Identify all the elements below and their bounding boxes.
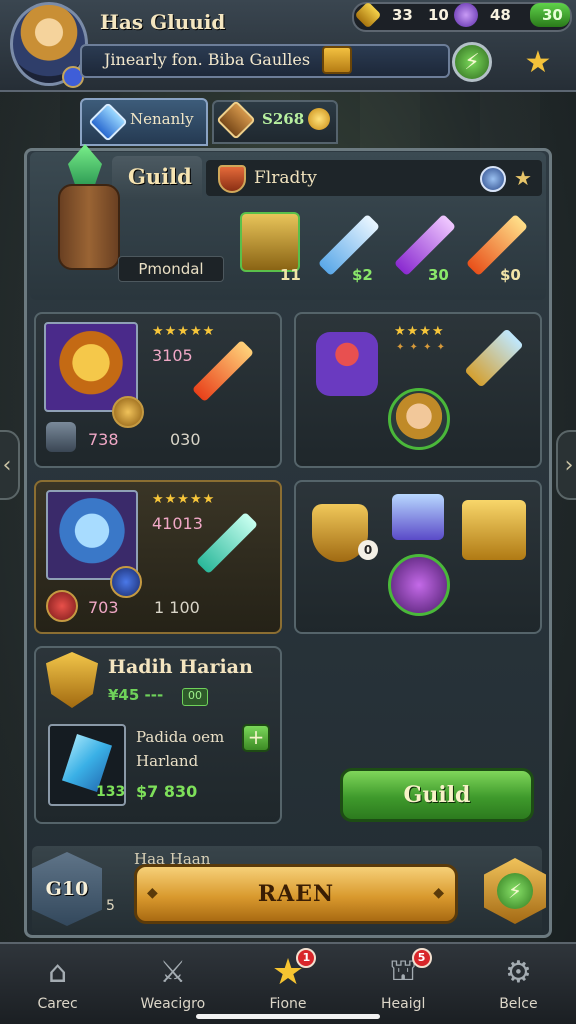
- resource-orb-value: 10: [428, 6, 449, 24]
- resource-energy-value: 48: [490, 6, 511, 24]
- settings-gear-icon: ⚙: [504, 954, 532, 990]
- item-4-badge: 0: [358, 540, 378, 560]
- potion-cauldron-icon[interactable]: [388, 554, 450, 616]
- hero-3-power: 41013: [152, 514, 203, 533]
- guild-level-small: 5: [106, 898, 115, 914]
- gold-bars-icon: [462, 500, 526, 560]
- nav-label-home: Carec: [37, 996, 78, 1012]
- reward-item-type: Harland: [136, 752, 199, 770]
- lightning-icon: ⚡: [497, 873, 533, 909]
- reward-item-qty: 133: [96, 784, 126, 800]
- add-reward-button[interactable]: +: [242, 724, 270, 752]
- resource-green-value: 30: [542, 6, 563, 24]
- nav-label-settings: Belce: [499, 996, 538, 1012]
- character-portrait-icon[interactable]: [388, 388, 450, 450]
- weapon-icon: ⚔: [159, 954, 187, 990]
- home-indicator[interactable]: [196, 1014, 380, 1019]
- hero-3-left-num: 703: [88, 598, 119, 617]
- next-page-arrow[interactable]: ›: [556, 430, 576, 500]
- boost-button[interactable]: ⚡: [452, 42, 492, 82]
- slot-2-value: $2: [352, 266, 373, 284]
- nav-label-headquarters: Heaigl: [381, 996, 426, 1012]
- spellbook-icon: [392, 494, 444, 540]
- hero-3-stars: ★★★★★: [152, 492, 216, 507]
- sapphire-ring-icon: [110, 566, 142, 598]
- bottom-nav: ⌂ Carec ⚔ Weacigro ★ 1 Fione ⛫ 5 Heaigl …: [0, 942, 576, 1024]
- nav-item-headquarters[interactable]: ⛫ 5 Heaigl: [346, 944, 461, 1024]
- hero-1-left-num: 738: [88, 430, 119, 449]
- currency-tab-gems-label: Nenanly: [130, 110, 194, 128]
- slot-4-value: $0: [500, 266, 521, 284]
- nav-label-favorites: Fione: [269, 996, 307, 1012]
- tab-friends-label: Flradty: [254, 168, 317, 188]
- nav-item-favorites[interactable]: ★ 1 Fione: [230, 944, 345, 1024]
- nav-badge-headquarters: 5: [411, 948, 432, 968]
- hero-1-stars: ★★★★★: [152, 324, 216, 339]
- favorites-star-icon[interactable]: ★: [518, 42, 558, 82]
- item-2-sub-stars: ✦ ✦ ✦ ✦: [396, 342, 447, 353]
- nav-label-weapons: Weacigro: [140, 996, 206, 1012]
- slot-1-value: 11: [280, 266, 301, 284]
- home-icon: ⌂: [48, 954, 68, 990]
- star-icon[interactable]: ★: [514, 166, 532, 190]
- tab-guild-label: Guild: [128, 164, 192, 189]
- gold-tablet-icon[interactable]: [240, 212, 300, 272]
- item-2-stars: ★★★★: [394, 324, 445, 339]
- currency-tab-coins-label: S268: [262, 110, 305, 128]
- subtitle-text: Jinearly fon. Biba Gaulles: [104, 50, 311, 69]
- coin-icon: [308, 108, 330, 130]
- hero-1-power: 3105: [152, 346, 193, 365]
- nav-badge-favorites: 1: [296, 948, 317, 968]
- reward-item-price: $7 830: [136, 782, 198, 801]
- rank-badge-icon: [46, 422, 76, 452]
- daily-reward-title: Hadih Harian: [108, 656, 253, 678]
- guild-button[interactable]: Guild: [340, 768, 534, 822]
- nav-item-weapons[interactable]: ⚔ Weacigro: [115, 944, 230, 1024]
- page-title: Has Gluuid: [100, 10, 226, 34]
- hero-1-right-num: 030: [170, 430, 201, 449]
- purple-helmet-icon: [316, 332, 378, 396]
- hero-3-right-num: 1 100: [154, 598, 200, 617]
- daily-reward-badge: 00: [182, 688, 208, 706]
- guild-barrel-emblem: [58, 184, 120, 270]
- guild-banner-label: Pmondal: [118, 256, 224, 282]
- main-action-button[interactable]: RAEN: [134, 864, 458, 924]
- lightning-icon: ⚡: [464, 49, 480, 75]
- nav-item-settings[interactable]: ⚙ Belce: [461, 944, 576, 1024]
- nav-item-home[interactable]: ⌂ Carec: [0, 944, 115, 1024]
- prev-page-arrow[interactable]: ‹: [0, 430, 20, 500]
- info-icon[interactable]: [480, 166, 506, 192]
- gold-coin-icon: [112, 396, 144, 428]
- chest-icon[interactable]: [322, 46, 352, 74]
- slot-3-value: 30: [428, 266, 449, 284]
- reward-item-name: Padida oem: [136, 728, 225, 746]
- daily-reward-subtitle: ¥45 ‑‑‑: [108, 686, 164, 704]
- shield-icon: [218, 165, 246, 193]
- purple-orb-icon: [454, 3, 478, 27]
- ruby-badge-icon: [46, 590, 78, 622]
- resource-gold-value: 33: [392, 6, 413, 24]
